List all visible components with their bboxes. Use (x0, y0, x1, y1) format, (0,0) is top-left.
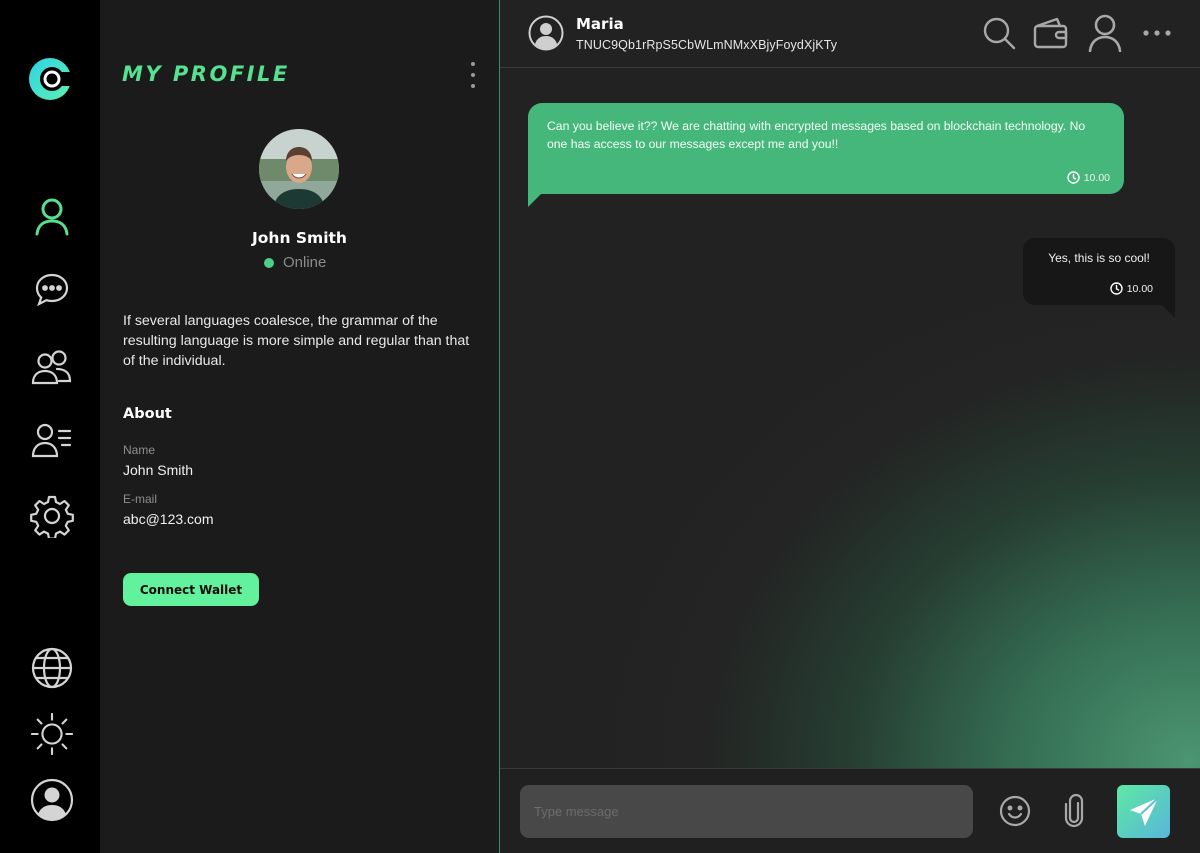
message-text: Yes, this is so cool! (1048, 251, 1150, 265)
name-value: John Smith (123, 462, 194, 478)
emoji-icon (999, 795, 1031, 827)
send-button[interactable] (1117, 785, 1170, 838)
more-icon (1143, 30, 1171, 36)
profile-bio: If several languages coalesce, the gramm… (123, 313, 470, 369)
about-heading: About (123, 406, 172, 422)
email-value: abc@123.com (123, 511, 214, 527)
nav-chats[interactable] (30, 268, 74, 312)
account-icon (30, 778, 74, 822)
sun-icon (30, 712, 74, 756)
send-icon (1129, 796, 1159, 826)
nav-account[interactable] (30, 778, 74, 822)
connect-wallet-button[interactable]: Connect Wallet (123, 573, 259, 606)
app-logo-icon[interactable] (28, 56, 73, 102)
name-label: Name (123, 443, 156, 457)
chat-area: Maria TNUC9Qb1rRpS5CbWLmNMxXBjyFoydXjKTy (500, 0, 1200, 853)
settings-icon (30, 495, 74, 538)
chats-icon (35, 273, 69, 307)
attach-button[interactable] (1056, 793, 1092, 829)
kebab-dot (471, 84, 475, 88)
profile-icon (35, 198, 69, 236)
clock-icon (1110, 282, 1123, 295)
message-incoming[interactable]: Can you believe it?? We are chatting wit… (528, 103, 1124, 207)
globe-icon (31, 647, 73, 689)
contact-address: TNUC9Qb1rRpS5CbWLmNMxXBjyFoydXjKTy (576, 38, 838, 52)
email-label: E-mail (123, 492, 158, 506)
contact-avatar[interactable] (528, 15, 564, 51)
chat-header: Maria TNUC9Qb1rRpS5CbWLmNMxXBjyFoydXjKTy (500, 0, 1200, 68)
profile-panel: MY PROFILE John Smith Online If several … (100, 0, 499, 853)
bubble-tail (528, 194, 541, 207)
nav-profile[interactable] (30, 194, 74, 238)
icon-rail (0, 0, 100, 853)
nav-contacts[interactable] (30, 418, 74, 462)
emoji-button[interactable] (997, 793, 1033, 829)
status-text: Online (283, 254, 327, 271)
nav-language[interactable] (30, 646, 74, 690)
status-indicator: Online (264, 254, 326, 271)
message-text: Can you believe it?? We are chatting wit… (547, 119, 1086, 151)
message-time-text: 10.00 (1126, 282, 1153, 295)
wallet-button[interactable] (1033, 14, 1071, 52)
clock-icon (1067, 171, 1080, 184)
profile-name: John Smith (252, 229, 347, 247)
nav-theme[interactable] (30, 712, 74, 756)
more-options-button[interactable] (1138, 14, 1176, 52)
contact-profile-button[interactable] (1086, 14, 1124, 52)
nav-settings[interactable] (30, 494, 74, 538)
message-time-text: 10.00 (1083, 171, 1110, 184)
search-icon (983, 17, 1016, 50)
profile-avatar[interactable] (259, 129, 339, 209)
search-button[interactable] (980, 14, 1018, 52)
nav-groups[interactable] (30, 345, 74, 389)
groups-icon (31, 350, 72, 385)
page-title: MY PROFILE (122, 62, 290, 86)
profile-menu-button[interactable] (466, 60, 480, 90)
message-input[interactable] (520, 785, 973, 838)
online-dot (264, 257, 274, 268)
contact-name: Maria (576, 15, 624, 33)
message-composer (500, 768, 1200, 853)
message-time: 10.00 (1067, 171, 1110, 184)
kebab-dot (471, 73, 475, 77)
bubble-tail (1162, 305, 1175, 318)
kebab-dot (471, 62, 475, 66)
wallet-icon (1033, 17, 1068, 49)
message-time: 10.00 (1110, 282, 1153, 295)
attachment-icon (1064, 794, 1084, 828)
contacts-icon (31, 423, 72, 458)
user-icon (1088, 14, 1122, 52)
message-outgoing[interactable]: Yes, this is so cool! 10.00 (1023, 238, 1175, 318)
